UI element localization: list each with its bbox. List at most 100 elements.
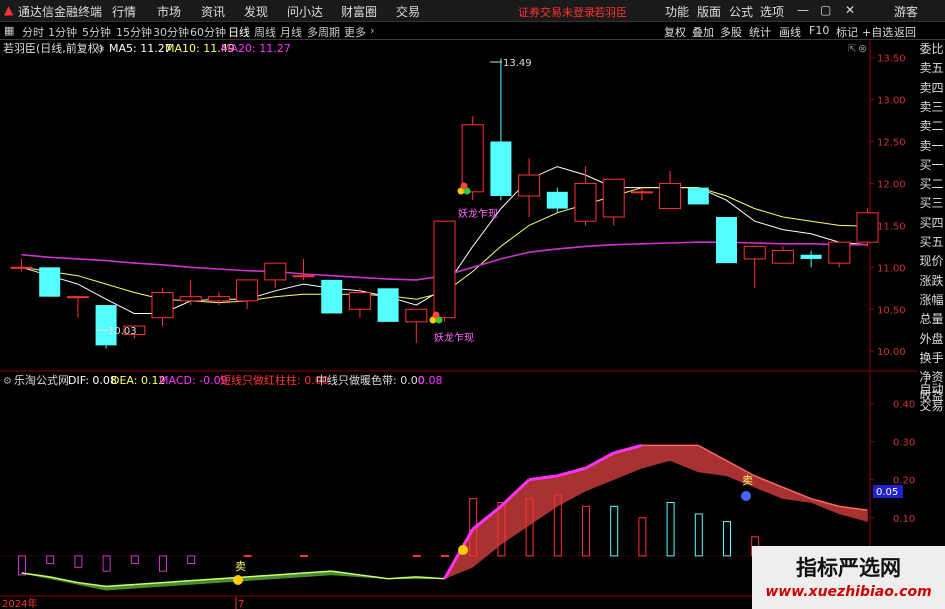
price-axis-label: 11.50	[877, 221, 906, 232]
candle	[716, 216, 737, 264]
settings-gear-icon[interactable]: ⚙	[96, 44, 105, 55]
candle	[207, 292, 230, 306]
side-panel-item[interactable]: 卖三	[918, 98, 945, 115]
price-axis-label: 12.00	[877, 179, 906, 190]
side-panel-item[interactable]: 卖一	[918, 137, 945, 154]
candle-body	[574, 182, 597, 222]
side-panel-item[interactable]: 卖四	[918, 79, 945, 96]
candle-body	[490, 141, 512, 197]
side-panel-item[interactable]: 总量	[918, 310, 945, 327]
side-panel-item[interactable]: 卖二	[918, 117, 945, 134]
candle-body	[630, 191, 653, 194]
candle	[771, 246, 794, 264]
side-panel-item[interactable]: 换手	[918, 349, 945, 366]
indicator-histogram	[18, 494, 872, 576]
side-panel-item[interactable]: 现价	[918, 252, 945, 269]
candle	[433, 220, 456, 322]
candle-body	[10, 266, 33, 269]
candle	[405, 308, 428, 343]
histogram-bar	[694, 513, 703, 557]
candlestick-series	[10, 58, 879, 349]
candle-body	[264, 262, 287, 281]
candle	[348, 288, 371, 318]
sub-axis-label: 0.10	[893, 514, 915, 525]
side-panel-item[interactable]: 卖五	[918, 59, 945, 76]
candle-body	[518, 174, 541, 197]
panel-close-icon[interactable]: ⊗	[858, 42, 867, 55]
candle-body	[433, 220, 456, 319]
candle-body	[236, 279, 259, 302]
candle	[856, 208, 879, 247]
side-panel-item[interactable]: 买三	[918, 194, 945, 211]
price-axis-label: 13.00	[877, 96, 906, 107]
candle	[66, 296, 89, 318]
ma20-label: MA20: 11.27	[221, 42, 291, 55]
candle-body	[179, 296, 202, 302]
candle-body	[771, 250, 794, 264]
low-price-label: 10.03	[108, 326, 137, 337]
side-panel-item[interactable]: 买五	[918, 233, 945, 250]
candle-body	[856, 212, 879, 243]
candle	[743, 245, 766, 289]
high-price-annotation: 13.49	[490, 58, 532, 69]
smile-face-icon	[233, 575, 243, 585]
side-panel-item[interactable]: 买二	[918, 175, 945, 192]
extra-value-label: 0.08	[418, 374, 443, 387]
candle	[490, 58, 512, 201]
band-segment	[585, 452, 614, 492]
price-axis-label: 13.50	[877, 54, 906, 65]
sell-label-1: 卖	[742, 474, 753, 487]
current-value-text: 0.05	[876, 487, 898, 498]
side-panel-item[interactable]: 买四	[918, 214, 945, 231]
candle-body	[546, 191, 568, 209]
candle-body	[828, 241, 851, 264]
candle	[574, 166, 597, 226]
candle	[151, 288, 174, 327]
date-label-year: 2024年	[2, 597, 37, 609]
candle-body	[377, 288, 399, 322]
candle-body	[743, 245, 766, 260]
watermark-title: 指标严选网	[796, 556, 901, 580]
candle-body	[800, 254, 822, 259]
side-panel-item[interactable]: 涨跌	[918, 272, 945, 289]
side-panel-item[interactable]: 涨幅	[918, 291, 945, 308]
candle-body	[659, 182, 682, 210]
histogram-bar	[638, 517, 647, 557]
candle-body	[687, 187, 709, 205]
price-axis-label: 10.00	[877, 347, 906, 358]
histogram-bar	[723, 521, 731, 557]
side-panel-item[interactable]: 外盘	[918, 330, 945, 347]
candle	[321, 279, 343, 314]
sub-axis-label: 0.30	[893, 438, 915, 449]
candle	[377, 288, 399, 322]
histogram-bar	[46, 555, 55, 565]
price-axis-label: 12.50	[877, 137, 906, 148]
candle	[546, 187, 568, 213]
ma5-label: MA5: 11.27	[109, 42, 172, 55]
side-panel-item[interactable]: 委比	[918, 40, 945, 57]
sell-face-icon-1	[741, 491, 751, 501]
candle	[292, 258, 315, 280]
sub-settings-gear-icon[interactable]: ⚙	[3, 376, 12, 387]
kline-chart[interactable]: 13.50 13.00 12.50 12.00 11.50 11.00 10.50 10.00…	[0, 0, 918, 609]
histogram-bar	[18, 555, 26, 576]
histogram-bar	[243, 555, 252, 558]
candle	[179, 279, 202, 306]
band-segment	[698, 444, 727, 477]
sub-panel-title: 乐淘公式网	[14, 374, 69, 387]
side-panel-item[interactable]: 交易	[918, 397, 945, 414]
sub-axis-label: 0.40	[893, 399, 915, 410]
candle	[828, 241, 851, 268]
panel-resize-icon[interactable]: ⇱	[848, 44, 856, 55]
candle-body	[602, 178, 625, 218]
short-line-label: 短线只做红柱柱: 0.00	[220, 373, 329, 387]
mid-line-label: 中线只做暖色带: 0.00	[316, 373, 425, 387]
candle	[602, 178, 625, 226]
candle-body	[461, 124, 484, 193]
side-panel-item[interactable]: 自动	[918, 380, 945, 397]
side-panel-item[interactable]: 买一	[918, 156, 945, 173]
site-watermark: 指标严选网 www.xuezhibiao.com	[752, 546, 945, 609]
histogram-bar	[102, 555, 111, 572]
histogram-bar	[159, 555, 167, 572]
histogram-bar	[74, 555, 83, 568]
